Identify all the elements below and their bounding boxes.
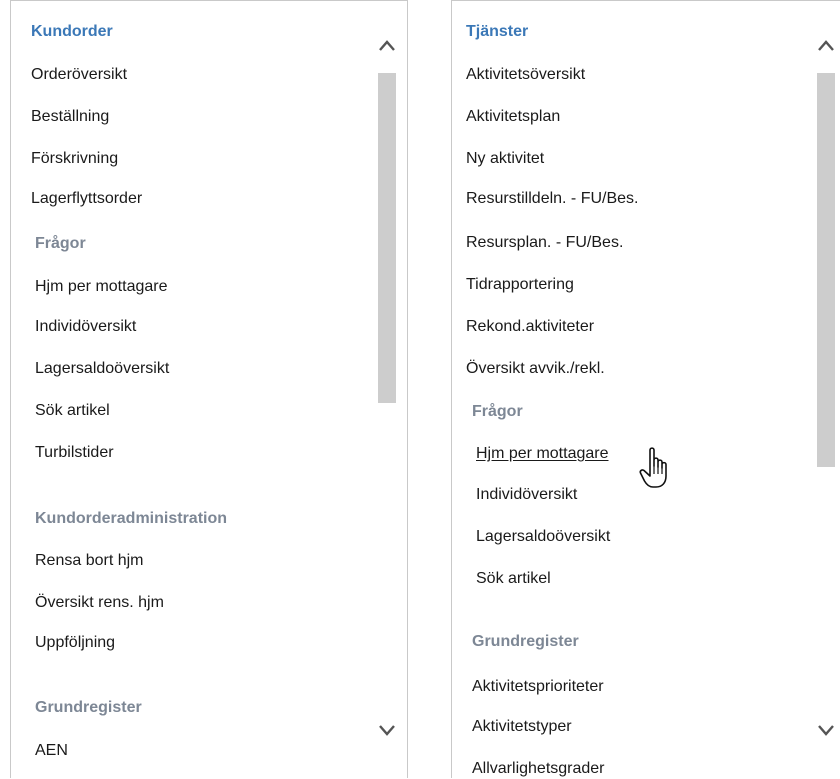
menu-item-lagersaldooversikt[interactable]: Lagersaldoöversikt [476,527,610,547]
section-heading-grundregister: Grundregister [35,699,142,716]
menu-item-allvarlighetsgrader[interactable]: Allvarlighetsgrader [472,759,605,779]
menu-item-rensa-bort-hjm[interactable]: Rensa bort hjm [35,551,144,571]
menu-item-aktivitetsplan[interactable]: Aktivitetsplan [466,107,560,127]
menu-item-hjm-per-mottagare[interactable]: Hjm per mottagare [35,277,168,297]
menu-item-resursplan[interactable]: Resursplan. - FU/Bes. [466,233,623,253]
menu-item-sok-artikel[interactable]: Sök artikel [476,569,551,589]
menu-item-orderoversikt[interactable]: Orderöversikt [31,65,127,85]
chevron-down-icon[interactable] [817,721,835,739]
chevron-down-icon[interactable] [378,721,396,739]
section-heading-tjanster: Tjänster [466,23,529,40]
menu-item-resurstilldeln[interactable]: Resurstilldeln. - FU/Bes. [466,189,639,209]
menu-item-rekond-aktiviteter[interactable]: Rekond.aktiviteter [466,317,594,337]
menu-item-tidrapportering[interactable]: Tidrapportering [466,275,574,295]
menu-item-lagersaldooversikt[interactable]: Lagersaldoöversikt [35,359,169,379]
menu-window: Kundorder Orderöversikt Beställning Förs… [0,0,840,778]
menu-item-oversikt-rens-hjm[interactable]: Översikt rens. hjm [35,593,164,613]
menu-item-hjm-per-mottagare-hovered[interactable]: Hjm per mottagare [476,444,609,464]
menu-item-bestallning[interactable]: Beställning [31,107,109,127]
section-heading-grundregister: Grundregister [472,633,579,650]
chevron-up-icon[interactable] [378,37,396,55]
menu-item-aktivitetsoversikt[interactable]: Aktivitetsöversikt [466,65,585,85]
right-menu-panel: Tjänster Aktivitetsöversikt Aktivitetspl… [451,0,840,778]
menu-item-aktivitetsprioriteter[interactable]: Aktivitetsprioriteter [472,677,604,697]
section-heading-kundorder: Kundorder [31,23,113,40]
menu-item-lagerflyttsorder[interactable]: Lagerflyttsorder [31,189,142,209]
right-scrollbar-thumb[interactable] [817,73,835,467]
chevron-up-icon[interactable] [817,37,835,55]
menu-item-uppfoljning[interactable]: Uppföljning [35,633,115,653]
section-heading-fragor: Frågor [472,403,523,420]
left-scrollbar-thumb[interactable] [378,73,396,403]
menu-item-aen[interactable]: AEN [35,741,68,761]
menu-item-sok-artikel[interactable]: Sök artikel [35,401,110,421]
menu-item-oversikt-avvik-rekl[interactable]: Översikt avvik./rekl. [466,359,605,379]
menu-item-aktivitetstyper[interactable]: Aktivitetstyper [472,717,572,737]
menu-item-individoversikt[interactable]: Individöversikt [476,485,577,505]
menu-item-individoversikt[interactable]: Individöversikt [35,317,136,337]
left-menu-panel: Kundorder Orderöversikt Beställning Förs… [10,0,408,778]
section-heading-fragor: Frågor [35,235,86,252]
left-scrollbar[interactable] [378,27,396,757]
right-scrollbar[interactable] [817,27,835,757]
section-heading-kundorderadministration: Kundorderadministration [35,510,228,527]
menu-item-forskrivning[interactable]: Förskrivning [31,149,118,169]
menu-item-ny-aktivitet[interactable]: Ny aktivitet [466,149,544,169]
menu-item-turbilstider[interactable]: Turbilstider [35,443,114,463]
